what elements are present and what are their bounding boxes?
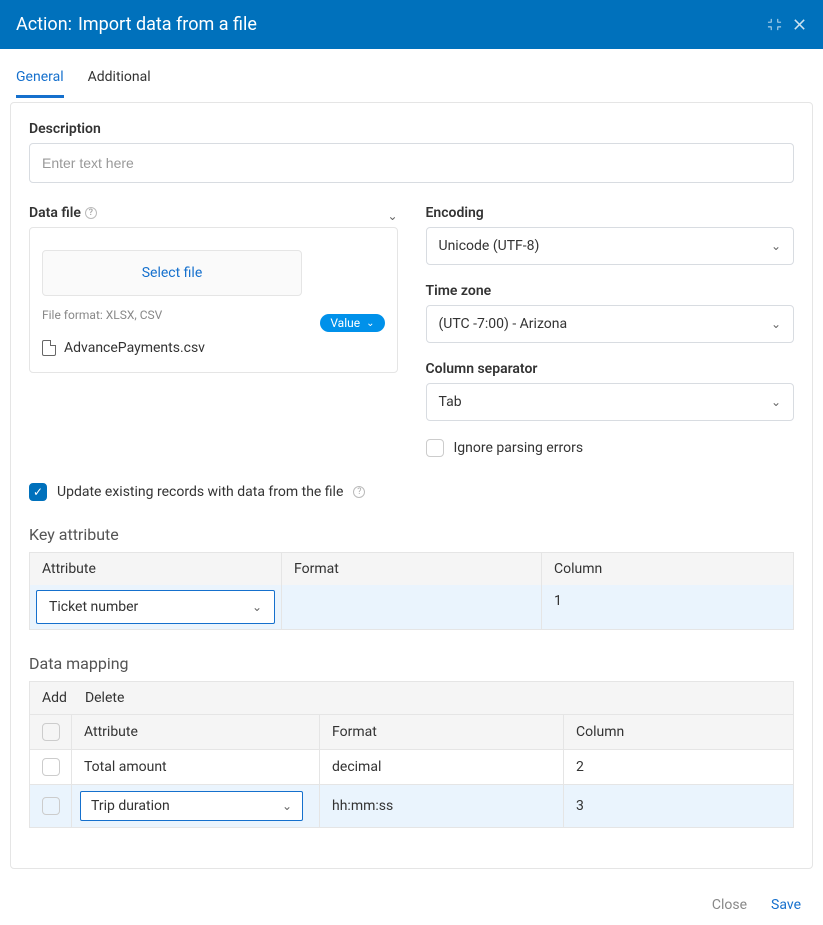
- update-existing-label: Update existing records with data from t…: [57, 484, 343, 500]
- encoding-label: Encoding: [426, 205, 795, 221]
- header-title: Import data from a file: [78, 14, 257, 35]
- ignore-errors-label: Ignore parsing errors: [454, 440, 584, 456]
- data-mapping-table: Attribute Format Column Total amount dec…: [29, 715, 794, 828]
- format-cell[interactable]: decimal: [320, 750, 564, 784]
- key-attribute-row[interactable]: Ticket number ⌄ 1: [30, 585, 793, 629]
- collapse-icon[interactable]: [767, 17, 782, 32]
- column-cell[interactable]: 2: [564, 750, 793, 784]
- datafile-label: Data file ?: [29, 205, 97, 221]
- chevron-down-icon: ⌄: [771, 395, 781, 409]
- chevron-down-icon: ⌄: [252, 600, 262, 614]
- add-button[interactable]: Add: [42, 690, 67, 706]
- attribute-select[interactable]: Trip duration ⌄: [80, 791, 303, 821]
- row-checkbox[interactable]: [42, 758, 60, 776]
- value-pill[interactable]: Value ⌄: [320, 314, 384, 332]
- col-header-format: Format: [282, 553, 542, 585]
- table-row[interactable]: Total amount decimal 2: [30, 749, 793, 784]
- key-attribute-table: Attribute Format Column Ticket number ⌄ …: [29, 552, 794, 630]
- dialog-header: Action: Import data from a file: [0, 0, 823, 49]
- key-format-cell[interactable]: [282, 585, 542, 629]
- data-mapping-toolbar: Add Delete: [29, 681, 794, 715]
- file-box: Select file File format: XLSX, CSV Value…: [29, 227, 398, 379]
- col-header-attribute: Attribute: [30, 553, 282, 585]
- description-label: Description: [29, 121, 794, 137]
- chevron-down-icon: ⌄: [771, 317, 781, 331]
- separator-select[interactable]: Tab ⌄: [426, 383, 795, 421]
- key-column-cell[interactable]: 1: [542, 585, 793, 629]
- data-mapping-title: Data mapping: [29, 654, 794, 673]
- save-button[interactable]: Save: [771, 897, 801, 913]
- timezone-select[interactable]: (UTC -7:00) - Arizona ⌄: [426, 305, 795, 343]
- file-name: AdvancePayments.csv: [42, 340, 385, 356]
- key-attribute-title: Key attribute: [29, 525, 794, 544]
- attribute-cell[interactable]: Total amount: [72, 750, 320, 784]
- column-cell[interactable]: 3: [564, 785, 793, 827]
- select-all-checkbox[interactable]: [42, 723, 60, 741]
- timezone-label: Time zone: [426, 283, 795, 299]
- chevron-down-icon: ⌄: [366, 318, 374, 329]
- col-header-column: Column: [542, 553, 793, 585]
- help-icon[interactable]: ?: [353, 486, 365, 498]
- encoding-select[interactable]: Unicode (UTF-8) ⌄: [426, 227, 795, 265]
- row-checkbox[interactable]: [42, 797, 60, 815]
- general-panel: Description Data file ? ⌄ Select file Fi…: [10, 102, 813, 869]
- key-attribute-select[interactable]: Ticket number ⌄: [36, 590, 275, 624]
- tab-general[interactable]: General: [16, 59, 64, 98]
- col-header-format: Format: [320, 715, 564, 749]
- col-header-attribute: Attribute: [72, 715, 320, 749]
- header-prefix: Action:: [16, 14, 72, 35]
- update-existing-checkbox[interactable]: ✓: [29, 483, 47, 501]
- chevron-down-icon: ⌄: [771, 239, 781, 253]
- help-icon[interactable]: ?: [85, 207, 97, 219]
- document-icon: [42, 340, 56, 356]
- tab-additional[interactable]: Additional: [88, 59, 151, 97]
- chevron-down-icon: ⌄: [282, 799, 292, 813]
- separator-label: Column separator: [426, 361, 795, 377]
- tabs: General Additional: [0, 59, 823, 98]
- format-cell[interactable]: hh:mm:ss: [320, 785, 564, 827]
- select-file-button[interactable]: Select file: [42, 250, 302, 296]
- close-button[interactable]: Close: [712, 897, 747, 913]
- table-row[interactable]: Trip duration ⌄ hh:mm:ss 3: [30, 784, 793, 827]
- description-input[interactable]: [29, 143, 794, 183]
- chevron-down-icon[interactable]: ⌄: [387, 209, 397, 223]
- delete-button[interactable]: Delete: [85, 690, 124, 706]
- dialog-footer: Close Save: [0, 879, 823, 925]
- col-header-column: Column: [564, 715, 793, 749]
- ignore-errors-checkbox[interactable]: [426, 439, 444, 457]
- close-icon[interactable]: [792, 17, 807, 32]
